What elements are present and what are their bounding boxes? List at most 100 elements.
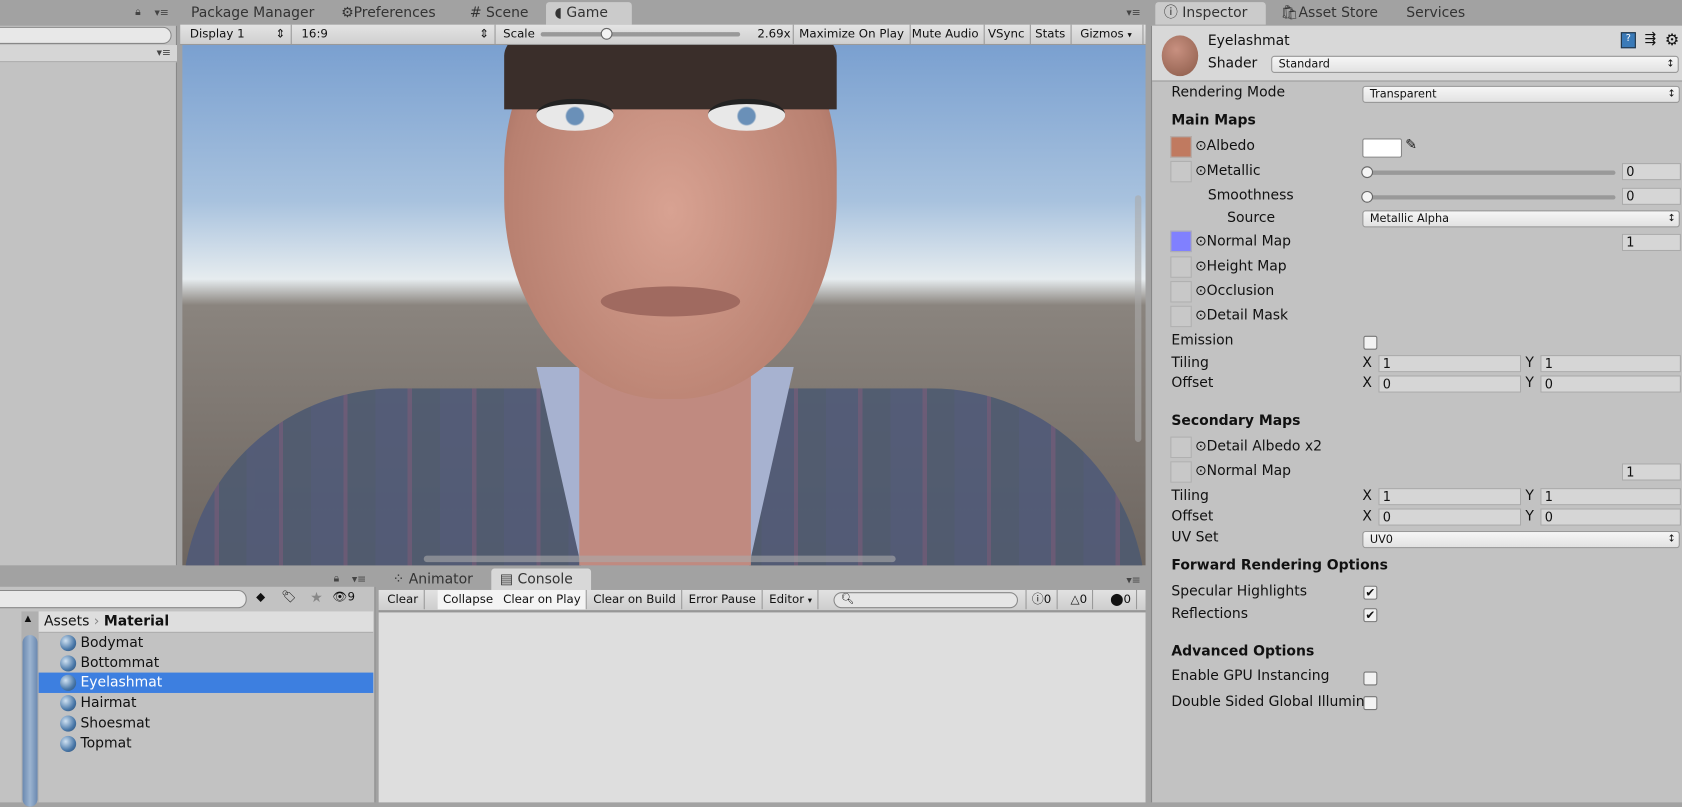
offset2-y-field[interactable]: 0	[1540, 508, 1681, 526]
double-sided-gi-checkbox[interactable]	[1363, 696, 1378, 711]
scale-slider-handle[interactable]	[601, 27, 613, 40]
project-menu-icon[interactable]: ▾≡	[352, 574, 366, 586]
console-menu-icon[interactable]: ▾≡	[1126, 575, 1140, 587]
game-horizontal-scrollbar[interactable]	[423, 555, 896, 563]
eyedropper-icon[interactable]: ✎	[1405, 137, 1417, 153]
tab-services[interactable]: Services	[1398, 2, 1474, 25]
hidden-packages-button[interactable]: 👁︎9	[333, 590, 372, 608]
maximize-on-play-button[interactable]: Maximize On Play	[794, 24, 911, 44]
offset2-x-field[interactable]: 0	[1378, 508, 1522, 526]
console-log-area[interactable]	[378, 612, 1146, 803]
tab-scene[interactable]: # Scene	[461, 2, 537, 25]
tab-asset-store[interactable]: 🛍︎Asset Store	[1272, 2, 1386, 25]
normal-scale-field[interactable]: 1	[1621, 233, 1681, 252]
info-toggle[interactable]: ⓘ0	[1025, 589, 1058, 610]
double-sided-gi-label: Double Sided Global Illumin	[1171, 694, 1365, 711]
help-book-icon[interactable]: ?	[1620, 32, 1636, 49]
scrollbar-thumb[interactable]	[22, 635, 38, 807]
tiling2-y-field[interactable]: 1	[1540, 488, 1681, 506]
info-count: 0	[1043, 592, 1052, 607]
source-dropdown[interactable]: Metallic Alpha	[1362, 210, 1680, 228]
filter-by-type-button[interactable]: ◆	[249, 590, 273, 608]
panel-divider[interactable]	[1145, 0, 1152, 803]
editor-dropdown[interactable]: Editor ▾	[764, 589, 819, 610]
normal-map-texture-slot[interactable]	[1170, 230, 1192, 253]
detail-mask-texture-slot[interactable]	[1170, 305, 1192, 328]
tiling-x-field[interactable]: 1	[1378, 355, 1522, 373]
aspect-dropdown[interactable]: 16:9 ⇕	[296, 24, 496, 44]
hierarchy-search-input[interactable]	[0, 26, 172, 44]
vsync-button[interactable]: VSync	[983, 24, 1031, 44]
smoothness-slider[interactable]	[1364, 195, 1616, 200]
favorites-star-icon[interactable]: ★	[305, 590, 329, 608]
clear-button[interactable]: Clear	[382, 589, 425, 610]
metallic-value-field[interactable]: 0	[1621, 163, 1681, 181]
height-map-texture-slot[interactable]	[1170, 256, 1192, 278]
gizmos-dropdown[interactable]: Gizmos ▾	[1075, 24, 1144, 44]
preset-icon[interactable]: ⇶	[1644, 31, 1656, 47]
game-panel-menu-icon[interactable]: ▾≡	[1126, 8, 1140, 20]
project-search-input[interactable]	[0, 589, 247, 609]
tab-package-manager[interactable]: Package Manager	[182, 2, 323, 25]
detail-albedo-texture-slot[interactable]	[1170, 436, 1192, 459]
filter-by-label-button[interactable]: 🏷︎	[277, 590, 301, 608]
uv-set-dropdown[interactable]: UV0	[1362, 530, 1680, 549]
tab-inspector[interactable]: ⓘ Inspector	[1155, 2, 1266, 25]
offset-y-field[interactable]: 0	[1540, 375, 1681, 393]
project-scrollbar[interactable]: ▲	[21, 611, 39, 807]
lock-icon[interactable]: 🔒︎	[135, 6, 141, 18]
breadcrumb-material[interactable]: Material	[104, 614, 169, 630]
clear-on-play-button[interactable]: Clear on Play	[497, 589, 588, 610]
lock-icon[interactable]: 🔒︎	[334, 573, 340, 585]
asset-item[interactable]: Topmat	[39, 733, 374, 753]
asset-item[interactable]: Shoesmat	[39, 713, 374, 733]
smoothness-value-field[interactable]: 0	[1621, 187, 1681, 205]
material-sphere-icon	[60, 675, 77, 692]
console-search-input[interactable]: 🔍︎	[833, 592, 1018, 609]
tab-console[interactable]: ▤ Console	[491, 568, 592, 592]
smoothness-slider-handle[interactable]	[1361, 190, 1374, 203]
display-dropdown[interactable]: Display 1 ⇕	[185, 24, 292, 44]
panel-menu-icon[interactable]: ▾≡	[154, 8, 168, 20]
asset-item[interactable]: Bottommat	[39, 653, 374, 673]
metallic-slider[interactable]	[1364, 170, 1616, 175]
metallic-label: Metallic	[1206, 163, 1261, 180]
game-vertical-scrollbar[interactable]	[1134, 195, 1142, 442]
clear-on-build-button[interactable]: Clear on Build	[588, 589, 683, 610]
metallic-slider-handle[interactable]	[1361, 166, 1374, 179]
stats-button[interactable]: Stats	[1030, 24, 1072, 44]
albedo-texture-slot[interactable]	[1170, 136, 1192, 158]
warning-toggle[interactable]: △0	[1065, 589, 1094, 610]
asset-item[interactable]: Eyelashmat	[38, 673, 374, 694]
offset-x-field[interactable]: 0	[1378, 375, 1522, 393]
detail-normal-scale-field[interactable]: 1	[1621, 463, 1681, 481]
tab-preferences[interactable]: ⚙Preferences	[333, 2, 445, 25]
gpu-instancing-checkbox[interactable]	[1363, 671, 1378, 686]
metallic-texture-slot[interactable]	[1170, 160, 1192, 183]
mute-audio-button[interactable]: Mute Audio	[906, 24, 986, 44]
rendering-mode-dropdown[interactable]: Transparent	[1362, 85, 1680, 103]
game-view[interactable]	[182, 45, 1146, 566]
detail-normal-texture-slot[interactable]	[1170, 461, 1192, 483]
gear-icon[interactable]: ⚙	[1665, 30, 1679, 49]
error-pause-button[interactable]: Error Pause	[683, 589, 763, 610]
tiling2-x-field[interactable]: 1	[1378, 488, 1522, 506]
asset-item[interactable]: Hairmat	[39, 693, 374, 713]
shader-dropdown[interactable]: Standard	[1271, 55, 1679, 73]
emission-checkbox[interactable]	[1363, 335, 1378, 350]
hierarchy-menu-icon[interactable]: ▾≡	[157, 47, 171, 59]
button-label: Error Pause	[688, 592, 756, 607]
tiling-y-field[interactable]: 1	[1540, 355, 1681, 373]
tab-game[interactable]: ◖ Game	[546, 2, 632, 25]
specular-highlights-checkbox[interactable]: ✔	[1363, 585, 1378, 600]
asset-item[interactable]: Bodymat	[39, 633, 374, 653]
collapse-button[interactable]: Collapse	[437, 589, 500, 610]
reflections-checkbox[interactable]: ✔	[1363, 608, 1378, 623]
error-toggle[interactable]: ⬤0	[1105, 589, 1138, 610]
albedo-color-swatch[interactable]	[1362, 138, 1403, 158]
breadcrumb-assets[interactable]: Assets	[44, 614, 89, 630]
scale-slider[interactable]	[540, 32, 741, 37]
scroll-up-icon[interactable]: ▲	[25, 614, 32, 624]
tab-animator[interactable]: ⁘ Animator	[384, 569, 481, 592]
occlusion-texture-slot[interactable]	[1170, 281, 1192, 303]
